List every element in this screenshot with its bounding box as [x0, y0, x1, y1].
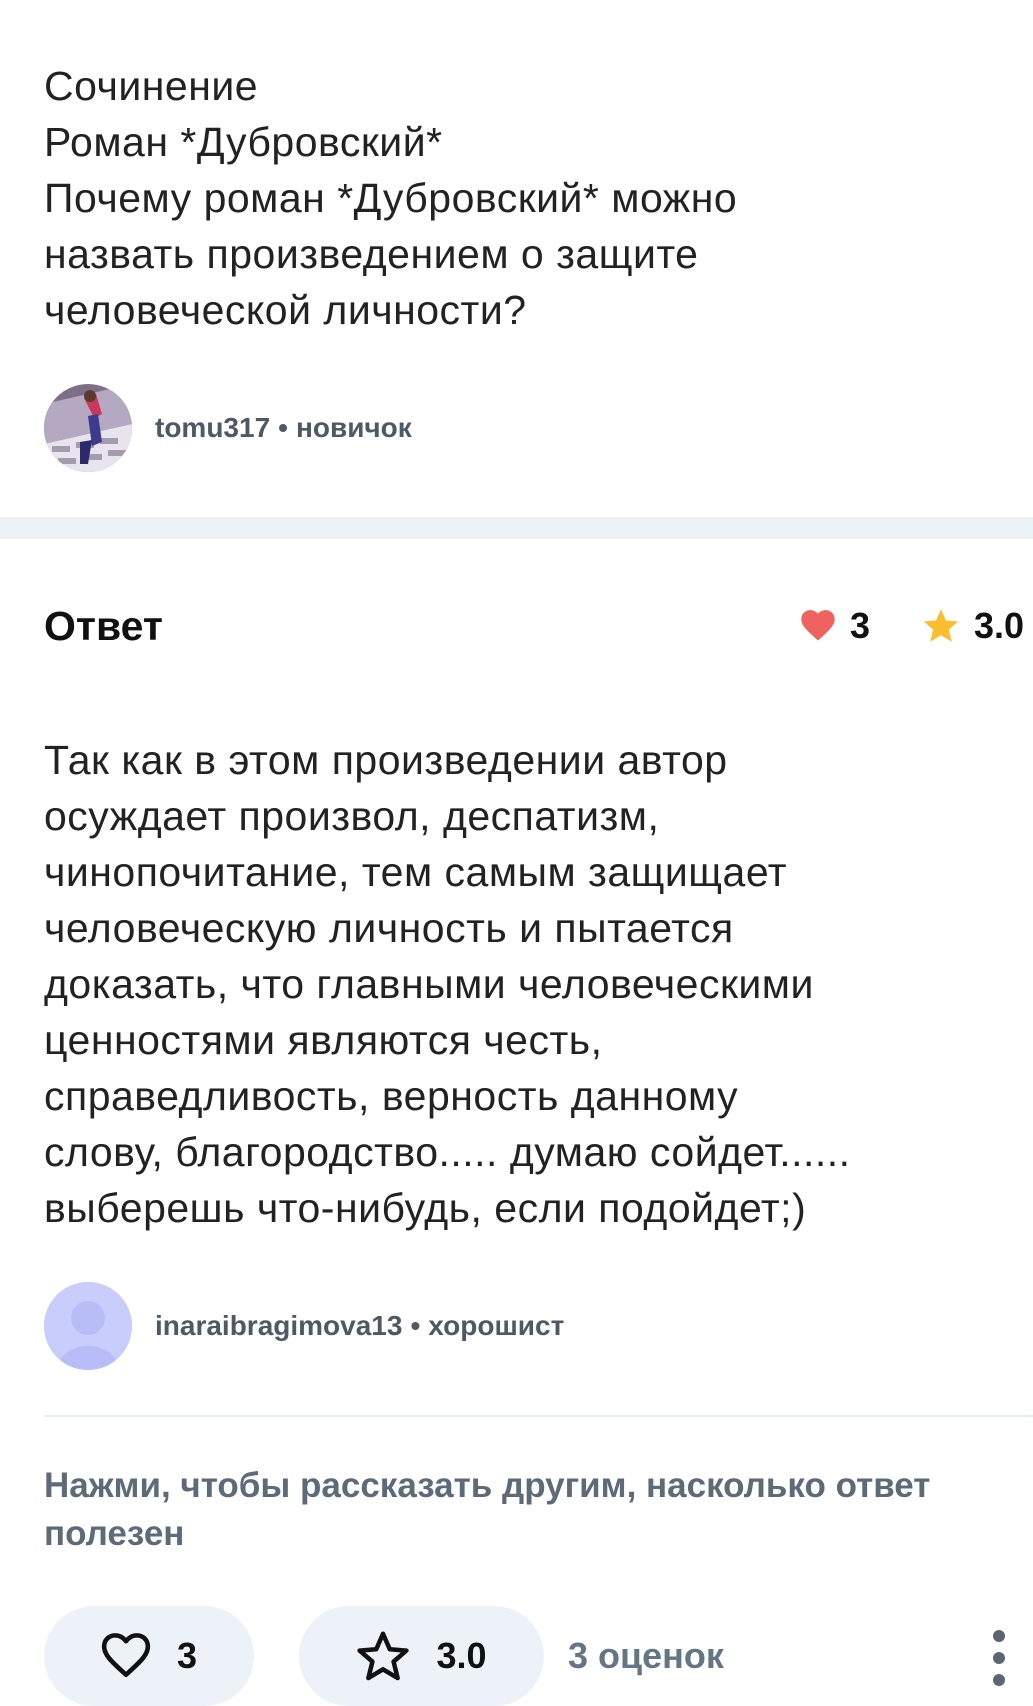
answer-line: слову, благородство..... думаю сойдет...…	[44, 1129, 851, 1175]
answerer-username[interactable]: inaraibragimova13	[155, 1310, 402, 1341]
answer-author-row: inaraibragimova13 • хорошист	[44, 1282, 564, 1370]
answerer-avatar[interactable]	[44, 1282, 132, 1370]
asker-row: tomu317 • новичок	[44, 384, 412, 472]
like-button-count: 3	[176, 1635, 198, 1676]
star-outline-icon	[357, 1631, 410, 1681]
heart-filled-icon	[801, 610, 835, 641]
asker-username[interactable]: tomu317	[155, 412, 270, 443]
answer-text: Так как в этом произведении автор осужда…	[44, 732, 1004, 1236]
rate-prompt-line: полезен	[44, 1514, 185, 1553]
answer-likes-count: 3	[850, 605, 871, 646]
asker-separator: •	[278, 412, 288, 443]
answer-line: справедливость, верность данному	[44, 1073, 739, 1119]
question-line: человеческой личности?	[44, 287, 527, 333]
more-dot	[993, 1674, 1005, 1686]
answer-line: Так как в этом произведении автор	[44, 737, 728, 783]
like-button[interactable]: 3	[44, 1606, 254, 1706]
question-line: Почему роман *Дубровский* можно	[44, 175, 738, 221]
asker-avatar-image	[44, 384, 132, 472]
answer-actions: 3 3.0 3 оценок	[44, 1606, 1033, 1706]
divider-line	[44, 1415, 1033, 1417]
question-text: Сочинение Роман *Дубровский* Почему рома…	[44, 58, 1004, 338]
section-divider	[0, 517, 1033, 539]
rate-button-value: 3.0	[436, 1635, 487, 1676]
question-line: назвать произведением о защите	[44, 231, 699, 277]
default-avatar-icon	[44, 1282, 132, 1370]
answer-line: ценностями являются честь,	[44, 1017, 603, 1063]
more-vertical-icon[interactable]	[984, 1630, 1014, 1686]
heart-outline-icon	[101, 1633, 151, 1678]
answerer-meta: inaraibragimova13 • хорошист	[155, 1310, 564, 1342]
answer-line: доказать, что главными человеческими	[44, 961, 814, 1007]
rate-prompt-line: Нажми, чтобы рассказать другим, наскольк…	[44, 1466, 931, 1505]
asker-avatar[interactable]	[44, 384, 132, 472]
star-filled-icon	[923, 609, 959, 642]
question-line: Роман *Дубровский*	[44, 119, 443, 165]
answer-line: человеческую личность и пытается	[44, 905, 734, 951]
asker-meta: tomu317 • новичок	[155, 412, 412, 444]
answerer-separator: •	[410, 1310, 421, 1341]
ratings-count[interactable]: 3 оценок	[568, 1606, 724, 1706]
answer-line: осуждает произвол, деспатизм,	[44, 793, 660, 839]
answer-header: Ответ 3 3.0	[44, 596, 1033, 656]
answer-likes-stat: 3	[800, 596, 870, 656]
question-line: Сочинение	[44, 63, 259, 109]
answerer-rank: хорошист	[428, 1310, 565, 1341]
more-dot	[993, 1630, 1005, 1642]
more-dot	[993, 1652, 1005, 1664]
rate-prompt: Нажми, чтобы рассказать другим, наскольк…	[44, 1462, 1033, 1558]
answer-rating-value: 3.0	[974, 605, 1025, 646]
rate-button[interactable]: 3.0	[299, 1606, 544, 1706]
answer-line: чинопочитание, тем самым защищает	[44, 849, 788, 895]
asker-rank: новичок	[295, 412, 412, 443]
answer-rating-stat: 3.0	[922, 596, 1024, 656]
answer-line: выберешь что-нибудь, если подойдет;)	[44, 1185, 807, 1231]
answer-title: Ответ	[44, 603, 163, 649]
